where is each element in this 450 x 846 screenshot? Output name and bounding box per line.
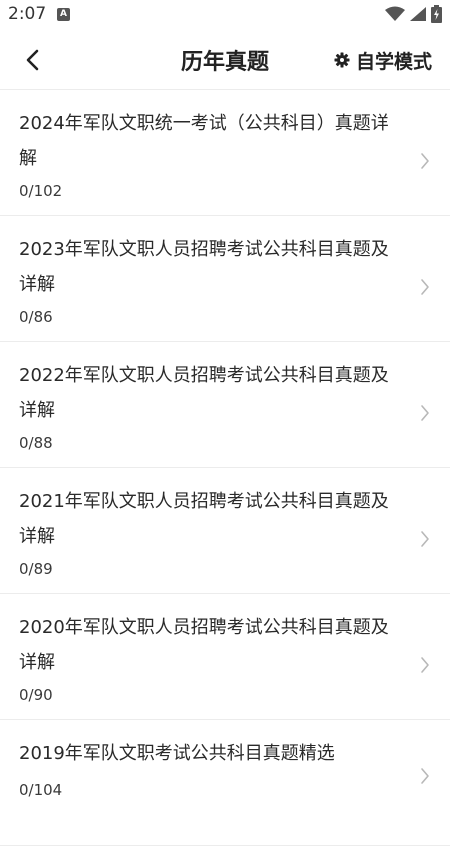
item-title: 2019年军队文职考试公共科目真题精选 <box>19 743 335 764</box>
item-title: 2020年军队文职人员招聘考试公共科目真题及详解 <box>19 617 389 673</box>
chevron-right-icon <box>421 405 429 421</box>
notification-icon: A <box>57 8 70 21</box>
list-item[interactable]: 2019年军队文职考试公共科目真题精选 0/104 <box>0 720 450 846</box>
chevron-right-icon <box>421 657 429 673</box>
item-title: 2022年军队文职人员招聘考试公共科目真题及详解 <box>19 365 389 421</box>
list-item[interactable]: 2020年军队文职人员招聘考试公共科目真题及详解 0/90 <box>0 594 450 720</box>
signal-icon <box>410 7 426 21</box>
status-bar: 2:07 A <box>0 0 450 30</box>
item-progress: 0/88 <box>19 434 53 452</box>
chevron-right-icon <box>421 531 429 547</box>
wifi-icon <box>385 6 405 21</box>
header: 历年真题 自学模式 <box>0 30 450 90</box>
status-time: 2:07 <box>8 4 47 24</box>
item-progress: 0/102 <box>19 182 63 200</box>
item-progress: 0/104 <box>19 781 63 799</box>
self-study-mode-button[interactable]: 自学模式 <box>334 46 432 74</box>
item-progress: 0/89 <box>19 560 53 578</box>
back-button[interactable] <box>18 44 50 76</box>
item-title: 2021年军队文职人员招聘考试公共科目真题及详解 <box>19 491 389 547</box>
item-progress: 0/86 <box>19 308 53 326</box>
chevron-right-icon <box>421 768 429 784</box>
gear-icon <box>334 52 350 68</box>
item-progress: 0/90 <box>19 686 53 704</box>
mode-label: 自学模式 <box>355 50 432 73</box>
battery-icon <box>431 5 442 23</box>
item-title: 2024年军队文职统一考试（公共科目）真题详解 <box>19 113 389 169</box>
chevron-right-icon <box>421 153 429 169</box>
chevron-left-icon <box>26 49 39 71</box>
item-title: 2023年军队文职人员招聘考试公共科目真题及详解 <box>19 239 389 295</box>
list-item[interactable]: 2022年军队文职人员招聘考试公共科目真题及详解 0/88 <box>0 342 450 468</box>
list-item[interactable]: 2023年军队文职人员招聘考试公共科目真题及详解 0/86 <box>0 216 450 342</box>
list-item[interactable]: 2024年军队文职统一考试（公共科目）真题详解 0/102 <box>0 90 450 216</box>
list-item[interactable]: 2021年军队文职人员招聘考试公共科目真题及详解 0/89 <box>0 468 450 594</box>
chevron-right-icon <box>421 279 429 295</box>
exam-list: 2024年军队文职统一考试（公共科目）真题详解 0/102 2023年军队文职人… <box>0 90 450 846</box>
